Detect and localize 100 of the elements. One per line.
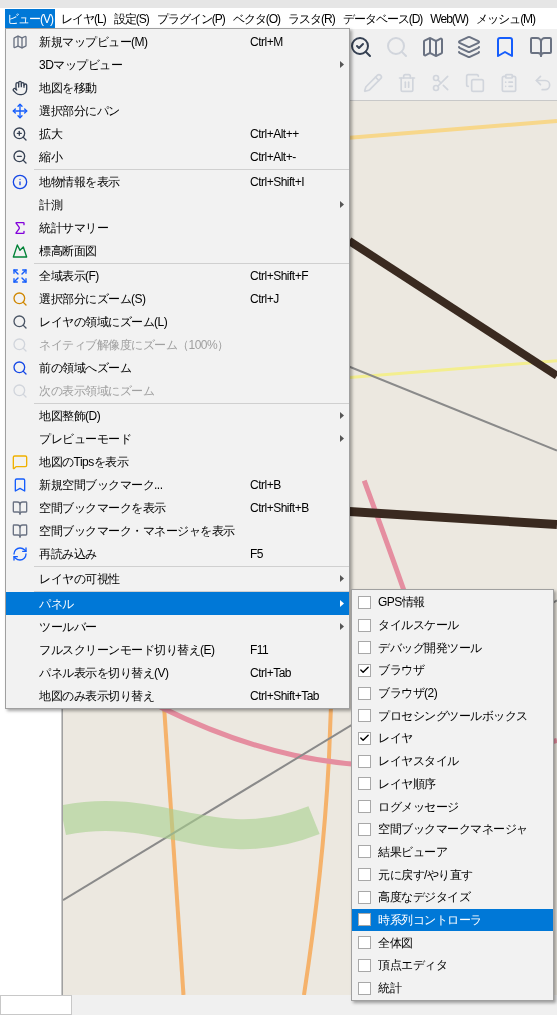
menu-item[interactable]: 統計 — [352, 976, 553, 1000]
zoom-out-icon — [12, 148, 28, 165]
checkbox[interactable] — [358, 890, 371, 904]
menu-item[interactable]: 再読み込み F5 — [6, 542, 349, 565]
menu-item[interactable]: 頂点エディタ — [352, 954, 553, 977]
menu-bar-item[interactable]: プラグイン(P) — [154, 8, 227, 29]
menu-item-label: 空間ブックマーク・マネージャを表示 — [39, 522, 236, 540]
checkbox[interactable] — [358, 958, 371, 972]
menu-bar-item[interactable]: レイヤ(L) — [59, 8, 108, 29]
menu-item[interactable]: 縮小 Ctrl+Alt+- — [6, 145, 349, 168]
checkbox[interactable] — [358, 731, 371, 745]
checkbox[interactable] — [358, 686, 371, 700]
menu-item[interactable]: 高度なデジタイズ — [352, 885, 553, 909]
menu-item[interactable]: 選択部分にズーム(S) Ctrl+J — [6, 287, 349, 310]
menu-item[interactable]: 地図整飾(D) — [6, 404, 349, 427]
scissors-icon[interactable] — [431, 72, 451, 93]
menu-item[interactable]: 統計サマリー — [6, 216, 349, 239]
menu-item[interactable]: 計測 — [6, 193, 349, 216]
menu-bar-item[interactable]: メッシュ(M) — [474, 8, 538, 29]
book-icon[interactable] — [529, 35, 553, 59]
menu-item[interactable]: 3Dマップビュー — [6, 53, 349, 76]
menu-bar-item[interactable]: ラスタ(R) — [286, 8, 337, 29]
checkbox[interactable] — [358, 641, 371, 655]
menu-item[interactable]: 結果ビューア — [352, 840, 553, 864]
menu-item[interactable]: ブラウザ — [352, 659, 553, 682]
menu-item[interactable]: フルスクリーンモード切り替え(E) F11 — [6, 638, 349, 661]
menu-item[interactable]: ツールバー — [6, 615, 349, 638]
clipboard-icon[interactable] — [499, 72, 519, 93]
menu-item-label: パネル表示を切り替え(V) — [39, 664, 170, 682]
checkbox[interactable] — [358, 981, 371, 995]
undo-icon[interactable] — [533, 72, 553, 93]
menu-item[interactable]: 空間ブックマークマネージャ — [352, 817, 553, 841]
checkbox[interactable] — [358, 754, 371, 768]
shortcut-label: Ctrl+Shift+I — [250, 173, 306, 191]
checkbox[interactable] — [358, 822, 371, 836]
map-icon[interactable] — [421, 35, 445, 59]
checkbox[interactable] — [358, 709, 371, 723]
menu-item-label: 標高断面図 — [39, 242, 98, 260]
menu-item[interactable]: レイヤ順序 — [352, 772, 553, 796]
checkbox[interactable] — [358, 800, 371, 814]
checkbox[interactable] — [358, 663, 371, 677]
trash-icon[interactable] — [397, 72, 417, 93]
menu-item[interactable]: 空間ブックマーク・マネージャを表示 — [6, 519, 349, 542]
menu-bar-item[interactable]: 設定(S) — [111, 8, 151, 29]
copy-icon[interactable] — [465, 72, 485, 93]
menu-item[interactable]: 地図を移動 — [6, 76, 349, 99]
menu-item-label: 計測 — [39, 196, 64, 214]
menu-item[interactable]: パネル表示を切り替え(V) Ctrl+Tab — [6, 661, 349, 684]
menu-item[interactable]: レイヤ — [352, 727, 553, 750]
magnifier-icon — [12, 313, 28, 330]
menu-item[interactable]: 地図のみ表示切り替え Ctrl+Shift+Tab — [6, 684, 349, 707]
shortcut-label: Ctrl+Shift+B — [250, 499, 310, 517]
menu-bar-item[interactable]: データベース(D) — [340, 8, 425, 29]
menu-item[interactable]: 前の領域へズーム — [6, 356, 349, 379]
pencil-icon[interactable] — [363, 72, 383, 93]
magnifier-icon — [12, 336, 28, 353]
checkbox[interactable] — [358, 936, 371, 950]
checkbox[interactable] — [358, 595, 371, 609]
menu-item[interactable]: レイヤの領域にズーム(L) — [6, 310, 349, 333]
menu-item[interactable]: 拡大 Ctrl+Alt++ — [6, 122, 349, 145]
checkbox[interactable] — [358, 618, 371, 632]
menu-item[interactable]: タイルスケール — [352, 613, 553, 637]
menu-item-label: ツールバー — [39, 618, 98, 636]
checkbox[interactable] — [358, 913, 371, 927]
menu-item[interactable]: 地図のTipsを表示 — [6, 450, 349, 473]
menu-item[interactable]: 選択部分にパン — [6, 99, 349, 122]
menu-item[interactable]: 地物情報を表示 Ctrl+Shift+I — [6, 170, 349, 193]
menu-item-label: 地図整飾(D) — [39, 407, 102, 425]
menu-item[interactable]: 時系列コントローラ — [352, 908, 553, 932]
menu-item[interactable]: 空間ブックマークを表示 Ctrl+Shift+B — [6, 496, 349, 519]
shortcut-label: Ctrl+Alt+- — [250, 148, 297, 166]
magnifier-icon — [12, 359, 28, 376]
menu-item[interactable]: レイヤスタイル — [352, 749, 553, 773]
menu-item[interactable]: プレビューモード — [6, 427, 349, 450]
menu-item-label: 統計サマリー — [39, 219, 109, 237]
menu-item[interactable]: 元に戻す/やり直す — [352, 863, 553, 886]
menu-item[interactable]: 標高断面図 — [6, 239, 349, 262]
menu-item-label: レイヤの領域にズーム(L) — [39, 313, 169, 331]
menu-item[interactable]: ブラウザ(2) — [352, 681, 553, 705]
menu-item[interactable]: 全体図 — [352, 931, 553, 954]
menu-item[interactable]: GPS情報 — [352, 591, 553, 614]
menu-bar-item[interactable]: ベクタ(O) — [230, 8, 282, 29]
menu-bar-item[interactable]: Web(W) — [428, 8, 471, 29]
checkbox[interactable] — [358, 868, 371, 882]
menu-bar-item[interactable]: ビュー(V) — [5, 8, 55, 29]
checkbox[interactable] — [358, 845, 371, 859]
menu-item-label: ログメッセージ — [378, 798, 459, 816]
checkbox[interactable] — [358, 777, 371, 791]
menu-item[interactable]: パネル — [6, 592, 349, 615]
menu-item[interactable]: 新規マップビュー(M) Ctrl+M — [6, 30, 349, 53]
menu-item[interactable]: 全域表示(F) Ctrl+Shift+F — [6, 264, 349, 287]
expand-icon — [12, 267, 28, 284]
layers-icon[interactable] — [457, 35, 481, 59]
menu-item[interactable]: デバッグ開発ツール — [352, 636, 553, 660]
menu-item[interactable]: プロセシングツールボックス — [352, 704, 553, 728]
menu-item[interactable]: 新規空間ブックマーク... Ctrl+B — [6, 473, 349, 496]
shortcut-label: F11 — [250, 641, 270, 659]
magnifier-icon[interactable] — [349, 35, 373, 59]
menu-item[interactable]: レイヤの可視性 — [6, 567, 349, 590]
menu-item[interactable]: ログメッセージ — [352, 795, 553, 818]
